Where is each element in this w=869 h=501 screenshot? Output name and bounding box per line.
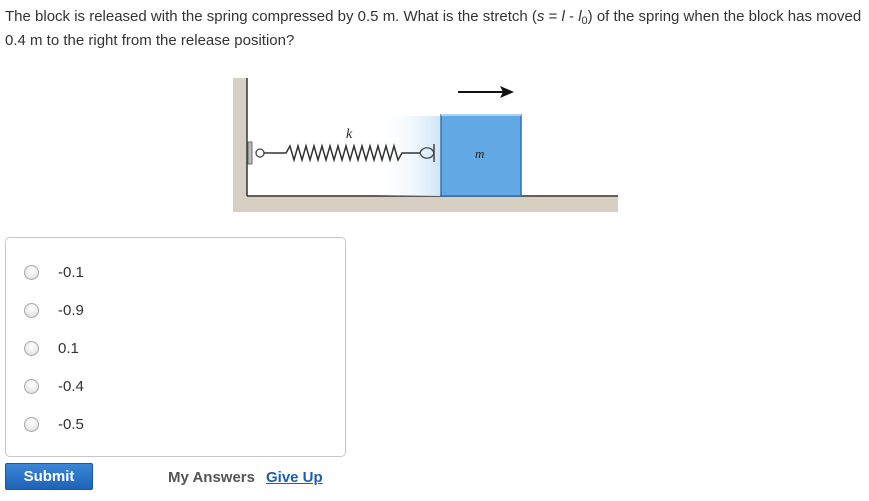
minus-sign: - — [564, 8, 579, 25]
question-part-1: The block is released with the spring co… — [5, 8, 537, 25]
radio-button[interactable] — [24, 378, 39, 394]
choice-item[interactable]: -0.5 — [24, 413, 84, 435]
radio-button[interactable] — [24, 302, 39, 318]
radio-button[interactable] — [24, 416, 39, 432]
choice-item[interactable]: -0.4 — [24, 375, 84, 397]
submit-button[interactable]: Submit — [5, 463, 93, 490]
choice-item[interactable]: -0.9 — [24, 299, 84, 321]
give-up-link[interactable]: Give Up — [266, 469, 323, 486]
my-answers-label: My Answers — [168, 469, 255, 486]
choice-label: -0.4 — [58, 377, 84, 395]
spring-block-figure: k m — [233, 78, 618, 212]
radio-button[interactable] — [24, 264, 39, 280]
ground — [233, 196, 618, 212]
spring-label: k — [346, 127, 353, 142]
wall-eyelet — [255, 148, 265, 158]
equals-sign: = — [544, 8, 562, 25]
wall-bracket — [247, 141, 253, 165]
choice-label: -0.9 — [58, 301, 84, 319]
radio-button[interactable] — [24, 340, 39, 356]
choice-label: -0.5 — [58, 415, 84, 433]
choice-item[interactable]: 0.1 — [24, 337, 79, 359]
choice-item[interactable]: -0.1 — [24, 261, 84, 283]
motion-shade — [378, 116, 440, 196]
choice-label: -0.1 — [58, 263, 84, 281]
question-text: The block is released with the spring co… — [5, 5, 865, 53]
answer-choices: -0.1 -0.9 0.1 -0.4 -0.5 — [5, 237, 346, 457]
block-label: m — [475, 146, 484, 161]
choice-label: 0.1 — [58, 339, 79, 357]
wall — [233, 78, 247, 206]
